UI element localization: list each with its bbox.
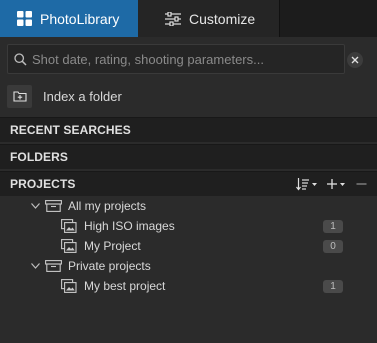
count-badge: 1 bbox=[323, 279, 343, 293]
sliders-icon bbox=[165, 11, 181, 26]
clear-search-button[interactable] bbox=[347, 52, 363, 68]
tree-item-label: My best project bbox=[84, 279, 166, 293]
chevron-down-icon[interactable] bbox=[30, 201, 40, 211]
plus-icon bbox=[327, 179, 345, 189]
count-badge: 1 bbox=[323, 219, 343, 233]
index-folder-button[interactable] bbox=[7, 84, 32, 108]
tab-customize[interactable]: Customize bbox=[138, 0, 279, 37]
tree-group-private-projects[interactable]: Private projects bbox=[0, 256, 377, 276]
remove-project-button[interactable] bbox=[356, 177, 367, 191]
chevron-down-icon[interactable] bbox=[30, 261, 40, 271]
tree-group-label: All my projects bbox=[68, 199, 147, 213]
section-folders[interactable]: FOLDERS bbox=[0, 144, 377, 169]
tab-photolibrary[interactable]: PhotoLibrary bbox=[0, 0, 138, 37]
section-recent-searches-title: RECENT SEARCHES bbox=[10, 123, 131, 137]
folder-add-icon bbox=[12, 91, 27, 102]
search-input[interactable] bbox=[32, 51, 332, 67]
section-projects[interactable]: PROJECTS bbox=[0, 171, 377, 196]
search-icon bbox=[14, 52, 27, 66]
grid-icon bbox=[17, 11, 32, 26]
count-badge: 0 bbox=[323, 239, 343, 253]
project-group-icon bbox=[45, 260, 62, 272]
close-icon bbox=[351, 56, 359, 64]
search-box[interactable] bbox=[7, 44, 345, 74]
sort-projects-button[interactable] bbox=[296, 177, 318, 191]
project-icon bbox=[61, 239, 77, 253]
project-icon bbox=[61, 219, 77, 233]
tab-photolibrary-label: PhotoLibrary bbox=[40, 10, 120, 27]
section-recent-searches[interactable]: RECENT SEARCHES bbox=[0, 117, 377, 142]
index-folder-row: Index a folder bbox=[0, 82, 377, 110]
tree-group-label: Private projects bbox=[68, 259, 151, 273]
tab-bar-empty bbox=[279, 0, 377, 37]
add-project-button[interactable] bbox=[327, 177, 347, 191]
tree-item-label: High ISO images bbox=[84, 219, 175, 233]
tree-item-high-iso-images[interactable]: High ISO images 1 bbox=[0, 216, 377, 236]
tab-customize-label: Customize bbox=[189, 10, 256, 27]
tree-group-all-my-projects[interactable]: All my projects bbox=[0, 196, 377, 216]
project-group-icon bbox=[45, 200, 62, 212]
minus-icon bbox=[356, 183, 367, 185]
project-icon bbox=[61, 279, 77, 293]
section-projects-title: PROJECTS bbox=[10, 177, 76, 191]
tree-item-label: My Project bbox=[84, 239, 141, 253]
projects-toolbar bbox=[296, 172, 367, 196]
tree-item-my-project[interactable]: My Project 0 bbox=[0, 236, 377, 256]
tree-item-my-best-project[interactable]: My best project 1 bbox=[0, 276, 377, 296]
sort-icon bbox=[296, 178, 317, 191]
index-folder-label[interactable]: Index a folder bbox=[43, 89, 122, 104]
section-folders-title: FOLDERS bbox=[10, 150, 69, 164]
tab-bar: PhotoLibrary Customize bbox=[0, 0, 377, 37]
search-row bbox=[0, 40, 377, 78]
